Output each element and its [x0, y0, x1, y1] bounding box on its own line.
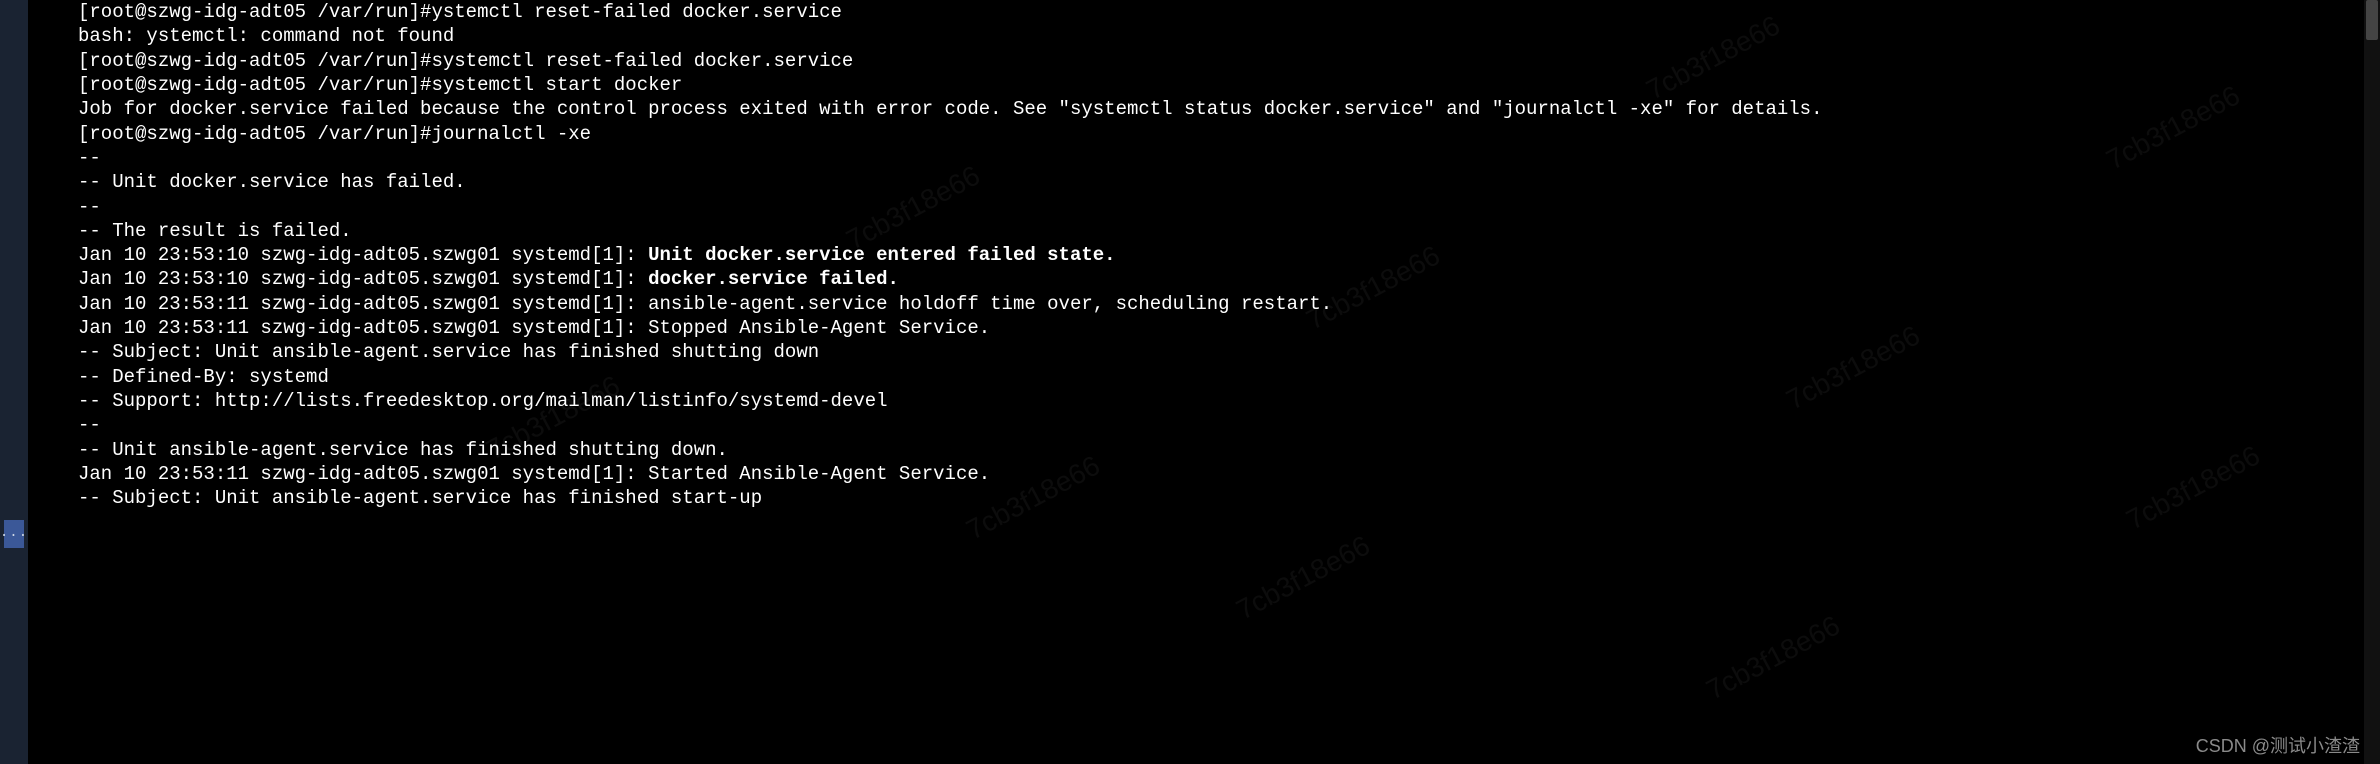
terminal-line: -- Defined-By: systemd	[78, 365, 2380, 389]
editor-sidebar: ...	[0, 0, 28, 764]
terminal-line: Jan 10 23:53:11 szwg-idg-adt05.szwg01 sy…	[78, 316, 2380, 340]
terminal-line: Jan 10 23:53:11 szwg-idg-adt05.szwg01 sy…	[78, 462, 2380, 486]
terminal-line: -- The result is failed.	[78, 219, 2380, 243]
log-message-bold: Unit docker.service entered failed state…	[648, 244, 1115, 266]
terminal-line: [root@szwg-idg-adt05 /var/run]#ystemctl …	[78, 0, 2380, 24]
terminal-line: bash: ystemctl: command not found	[78, 24, 2380, 48]
log-message-bold: docker.service failed.	[648, 268, 899, 290]
terminal-output[interactable]: [root@szwg-idg-adt05 /var/run]#ystemctl …	[28, 0, 2380, 764]
terminal-line: -- Subject: Unit ansible-agent.service h…	[78, 340, 2380, 364]
terminal-line: --	[78, 146, 2380, 170]
vertical-scrollbar[interactable]	[2364, 0, 2380, 764]
terminal-line: Job for docker.service failed because th…	[78, 97, 2380, 121]
terminal-line: -- Unit ansible-agent.service has finish…	[78, 438, 2380, 462]
terminal-line: Jan 10 23:53:10 szwg-idg-adt05.szwg01 sy…	[78, 267, 2380, 291]
terminal-line: -- Subject: Unit ansible-agent.service h…	[78, 486, 2380, 510]
terminal-line: [root@szwg-idg-adt05 /var/run]#journalct…	[78, 122, 2380, 146]
terminal-line: Jan 10 23:53:10 szwg-idg-adt05.szwg01 sy…	[78, 243, 2380, 267]
terminal-line: -- Support: http://lists.freedesktop.org…	[78, 389, 2380, 413]
scrollbar-thumb[interactable]	[2366, 0, 2378, 40]
terminal-line: Jan 10 23:53:11 szwg-idg-adt05.szwg01 sy…	[78, 292, 2380, 316]
terminal-line: [root@szwg-idg-adt05 /var/run]#systemctl…	[78, 49, 2380, 73]
credit-text: CSDN @测试小渣渣	[2196, 735, 2360, 758]
terminal-line: --	[78, 195, 2380, 219]
log-prefix: Jan 10 23:53:10 szwg-idg-adt05.szwg01 sy…	[78, 244, 648, 266]
terminal-line: [root@szwg-idg-adt05 /var/run]#systemctl…	[78, 73, 2380, 97]
terminal-line: --	[78, 413, 2380, 437]
log-prefix: Jan 10 23:53:10 szwg-idg-adt05.szwg01 sy…	[78, 268, 648, 290]
sidebar-overflow-button[interactable]: ...	[4, 520, 24, 548]
terminal-line: -- Unit docker.service has failed.	[78, 170, 2380, 194]
